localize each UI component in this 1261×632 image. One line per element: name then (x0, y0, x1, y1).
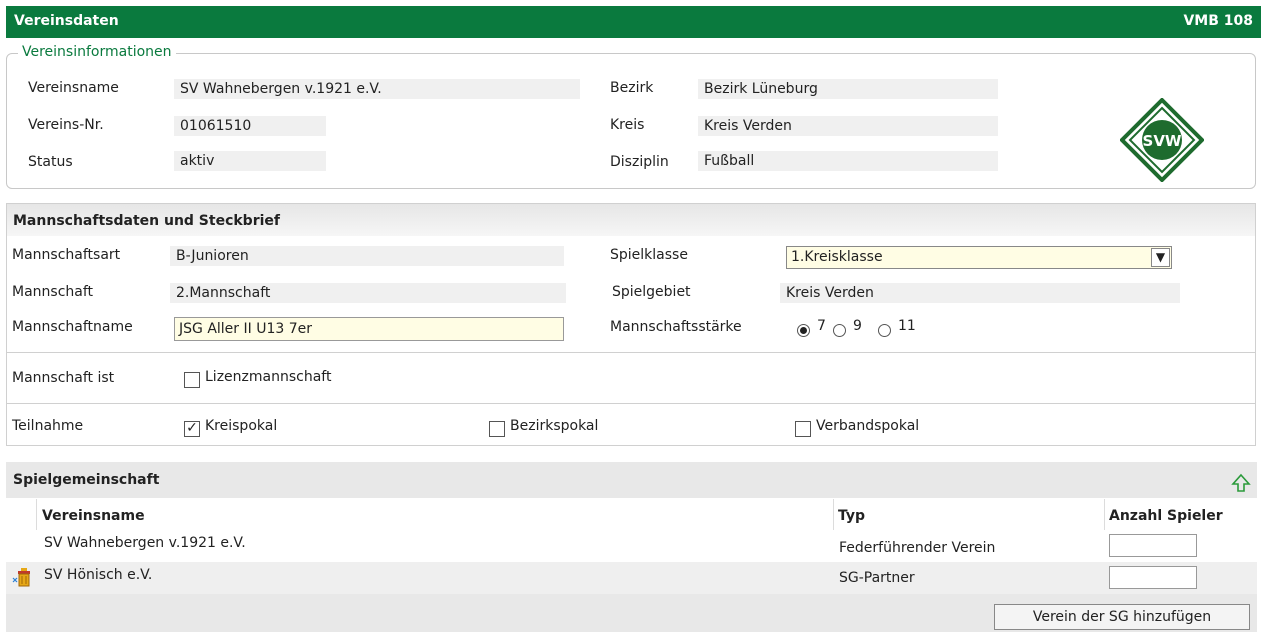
kreispokal-checkbox[interactable]: ✓ (184, 421, 200, 437)
mannschaft-label: Mannschaft (12, 284, 94, 300)
staerke-radio-11[interactable] (878, 324, 891, 337)
mannschaftname-label: Mannschaftname (12, 319, 133, 335)
vereinsinfo-legend: Vereinsinformationen (18, 44, 176, 60)
disziplin-label: Disziplin (610, 154, 669, 170)
vereinsname-value: SV Wahnebergen v.1921 e.V. (174, 79, 580, 99)
row-typ: Federführender Verein (839, 540, 996, 556)
mannschaft-title: Mannschaftsdaten und Steckbrief (13, 213, 280, 229)
mannschaftsart-label: Mannschaftsart (12, 247, 121, 263)
add-verein-button[interactable]: Verein der SG hinzufügen (994, 604, 1250, 630)
form-code: VMB 108 (1183, 13, 1253, 29)
kreis-label: Kreis (610, 117, 645, 133)
mannschaftname-input[interactable]: JSG Aller II U13 7er (174, 317, 564, 341)
spielklasse-value: 1.Kreisklasse (791, 249, 883, 265)
lizenz-checkbox[interactable] (184, 372, 200, 388)
trash-icon[interactable] (12, 566, 34, 588)
kreis-value: Kreis Verden (698, 116, 998, 136)
bezirkspokal-label: Bezirkspokal (510, 418, 599, 434)
spielgebiet-label: Spielgebiet (612, 284, 691, 300)
staerke-radio-9[interactable] (833, 324, 846, 337)
status-value: aktiv (174, 151, 326, 171)
status-label: Status (28, 154, 73, 170)
anzahl-spieler-input[interactable] (1109, 534, 1197, 557)
bezirk-label: Bezirk (610, 80, 654, 96)
divider (7, 403, 1255, 404)
disziplin-value: Fußball (698, 151, 998, 171)
staerke-option-9: 9 (853, 318, 862, 334)
mannschaft-ist-label: Mannschaft ist (12, 370, 115, 386)
vereinsname-label: Vereinsname (28, 80, 119, 96)
teilnahme-label: Teilnahme (12, 418, 84, 434)
vereinsnr-label: Vereins-Nr. (28, 117, 104, 133)
staerke-option-11: 11 (898, 318, 916, 334)
row-vereinsname: SV Wahnebergen v.1921 e.V. (44, 535, 246, 551)
page-title: Vereinsdaten (14, 13, 119, 29)
check-icon: ✓ (186, 420, 198, 436)
chevron-down-icon[interactable]: ▼ (1151, 248, 1170, 267)
spielklasse-select[interactable]: 1.Kreisklasse ▼ (786, 246, 1172, 269)
col-anzahl-label: Anzahl Spieler (1109, 508, 1223, 524)
mannschaft-value: 2.Mannschaft (170, 283, 566, 303)
verbandspokal-label: Verbandspokal (816, 418, 920, 434)
row-typ: SG-Partner (839, 570, 915, 586)
logo-text: SVW (1143, 132, 1182, 150)
club-logo: SVW (1120, 98, 1204, 182)
spielgebiet-value: Kreis Verden (780, 283, 1180, 303)
lizenz-label: Lizenzmannschaft (205, 369, 332, 385)
bezirk-value: Bezirk Lüneburg (698, 79, 998, 99)
staerke-radio-7[interactable] (797, 324, 810, 337)
header-bar: Vereinsdaten VMB 108 (6, 6, 1261, 38)
col-typ-label: Typ (838, 508, 866, 524)
bezirkspokal-checkbox[interactable] (489, 421, 505, 437)
mannschaftsart-value: B-Junioren (170, 246, 564, 266)
divider (7, 352, 1255, 353)
collapse-up-icon[interactable] (1231, 473, 1251, 493)
staerke-option-7: 7 (817, 318, 826, 334)
vereinsnr-value: 01061510 (174, 116, 326, 136)
mannschaft-header: Mannschaftsdaten und Steckbrief (7, 204, 1255, 236)
sg-title: Spielgemeinschaft (13, 472, 160, 488)
sg-header: Spielgemeinschaft (6, 462, 1257, 498)
verbandspokal-checkbox[interactable] (795, 421, 811, 437)
staerke-label: Mannschaftsstärke (610, 319, 742, 335)
spielklasse-label: Spielklasse (610, 247, 688, 263)
table-row (6, 562, 1257, 594)
row-vereinsname: SV Hönisch e.V. (44, 567, 153, 583)
anzahl-spieler-input[interactable] (1109, 566, 1197, 589)
col-vereinsname-label: Vereinsname (42, 508, 145, 524)
kreispokal-label: Kreispokal (205, 418, 278, 434)
